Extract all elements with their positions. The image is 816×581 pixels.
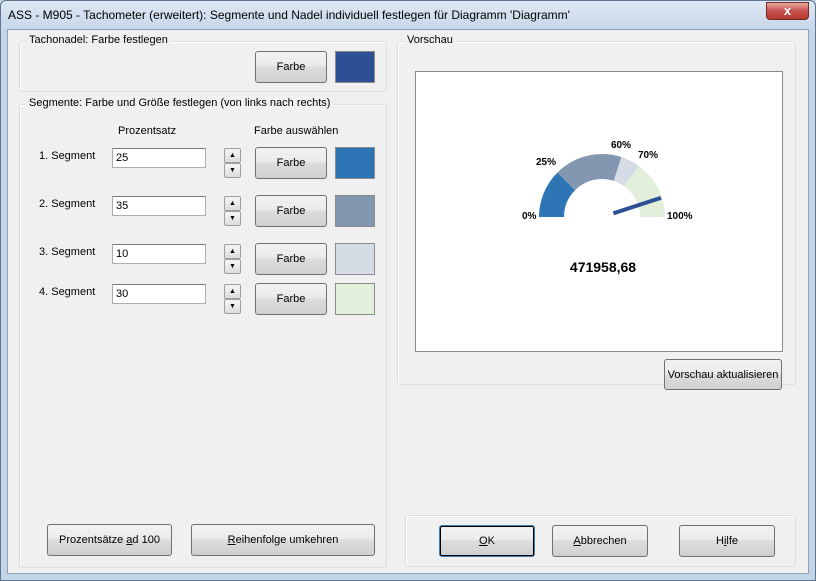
needle-color-swatch: [335, 51, 375, 83]
needle-group-label: Tachonadel: Farbe festlegen: [26, 34, 171, 46]
segment-4-color-button[interactable]: Farbe: [255, 283, 327, 315]
dialog-window: ASS - M905 - Tachometer (erweitert): Seg…: [0, 0, 816, 581]
segment-1-color-swatch: [335, 147, 375, 179]
spin-down-arrow-icon[interactable]: ▼: [224, 211, 241, 226]
spin-down-arrow-icon[interactable]: ▼: [224, 259, 241, 274]
help-button[interactable]: Hilfe: [679, 525, 775, 557]
btn-text-accel: R: [227, 534, 236, 546]
segment-4-color-swatch: [335, 283, 375, 315]
segment-label: 4. Segment: [39, 286, 96, 298]
segment-3-percent-input[interactable]: [112, 244, 206, 264]
segment-2-color-button[interactable]: Farbe: [255, 195, 327, 227]
close-button[interactable]: x: [766, 2, 809, 20]
gauge-tick-label-25: 25%: [536, 157, 556, 168]
btn-text-post: bbrechen: [580, 535, 627, 547]
dialog-client-area: Tachonadel: Farbe festlegen Farbe Segmen…: [7, 29, 809, 574]
gauge-segments: [539, 154, 665, 217]
spin-up-arrow-icon[interactable]: ▲: [224, 148, 241, 163]
window-title: ASS - M905 - Tachometer (erweitert): Seg…: [8, 8, 570, 22]
segment-label: 2. Segment: [39, 198, 96, 210]
percent-column-header: Prozentsatz: [118, 125, 177, 137]
close-icon: x: [783, 3, 792, 18]
cancel-button[interactable]: Abbrechen: [552, 525, 648, 557]
preview-group-label: Vorschau: [404, 34, 456, 46]
segment-2-percent-input[interactable]: [112, 196, 206, 216]
btn-text-accel: A: [573, 535, 581, 547]
color-column-header: Farbe auswählen: [254, 125, 339, 137]
spin-down-arrow-icon[interactable]: ▼: [224, 163, 241, 178]
segment-3-color-swatch: [335, 243, 375, 275]
segment-1-spinner: ▲ ▼: [224, 148, 241, 178]
btn-text-post: d 100: [132, 534, 160, 546]
spin-up-arrow-icon[interactable]: ▲: [224, 244, 241, 259]
title-bar[interactable]: ASS - M905 - Tachometer (erweitert): Seg…: [1, 1, 815, 29]
segment-2-spinner: ▲ ▼: [224, 196, 241, 226]
btn-text-accel: O: [479, 535, 488, 547]
segment-2-color-swatch: [335, 195, 375, 227]
spin-up-arrow-icon[interactable]: ▲: [224, 284, 241, 299]
percentages-ad-100-button[interactable]: Prozentsätze ad 100: [47, 524, 172, 556]
segment-label: 1. Segment: [39, 150, 96, 162]
btn-text-pre: Prozentsätze: [59, 534, 127, 546]
needle-color-group: Tachonadel: Farbe festlegen Farbe: [19, 34, 387, 92]
segment-1-color-button[interactable]: Farbe: [255, 147, 327, 179]
segment-4-spinner: ▲ ▼: [224, 284, 241, 314]
reverse-order-button[interactable]: Reihenfolge umkehren: [191, 524, 375, 556]
ok-button[interactable]: OK: [439, 525, 535, 557]
btn-text-post: K: [487, 535, 495, 547]
spin-down-arrow-icon[interactable]: ▼: [224, 299, 241, 314]
footer-group: OK Abbrechen Hilfe: [405, 515, 796, 567]
segment-3-spinner: ▲ ▼: [224, 244, 241, 274]
gauge-tick-label-0: 0%: [522, 211, 537, 222]
segment-4-percent-input[interactable]: [112, 284, 206, 304]
tachometer-preview: 0% 25% 60% 70% 100% 471958,68: [522, 140, 693, 275]
segment-label: 3. Segment: [39, 246, 96, 258]
gauge-tick-label-70: 70%: [638, 150, 658, 161]
segment-3-color-button[interactable]: Farbe: [255, 243, 327, 275]
spin-up-arrow-icon[interactable]: ▲: [224, 196, 241, 211]
btn-text-post: eihenfolge umkehren: [235, 534, 339, 546]
segments-group: Segmente: Farbe und Größe festlegen (von…: [19, 97, 387, 568]
btn-text-pre: H: [715, 535, 724, 547]
segments-group-label: Segmente: Farbe und Größe festlegen (von…: [26, 97, 334, 109]
needle-color-button[interactable]: Farbe: [255, 51, 327, 83]
preview-canvas: 0% 25% 60% 70% 100% 471958,68: [415, 71, 783, 352]
gauge-value-text: 471958,68: [570, 259, 636, 275]
refresh-preview-button[interactable]: Vorschau aktualisieren: [664, 359, 782, 390]
gauge-tick-label-100: 100%: [667, 211, 693, 222]
btn-text-post: lfe: [726, 535, 739, 547]
preview-group: Vorschau 0% 25% 60% 70% 100% 471958,68 V…: [397, 34, 796, 390]
gauge-tick-label-60: 60%: [611, 140, 631, 151]
segment-1-percent-input[interactable]: [112, 148, 206, 168]
